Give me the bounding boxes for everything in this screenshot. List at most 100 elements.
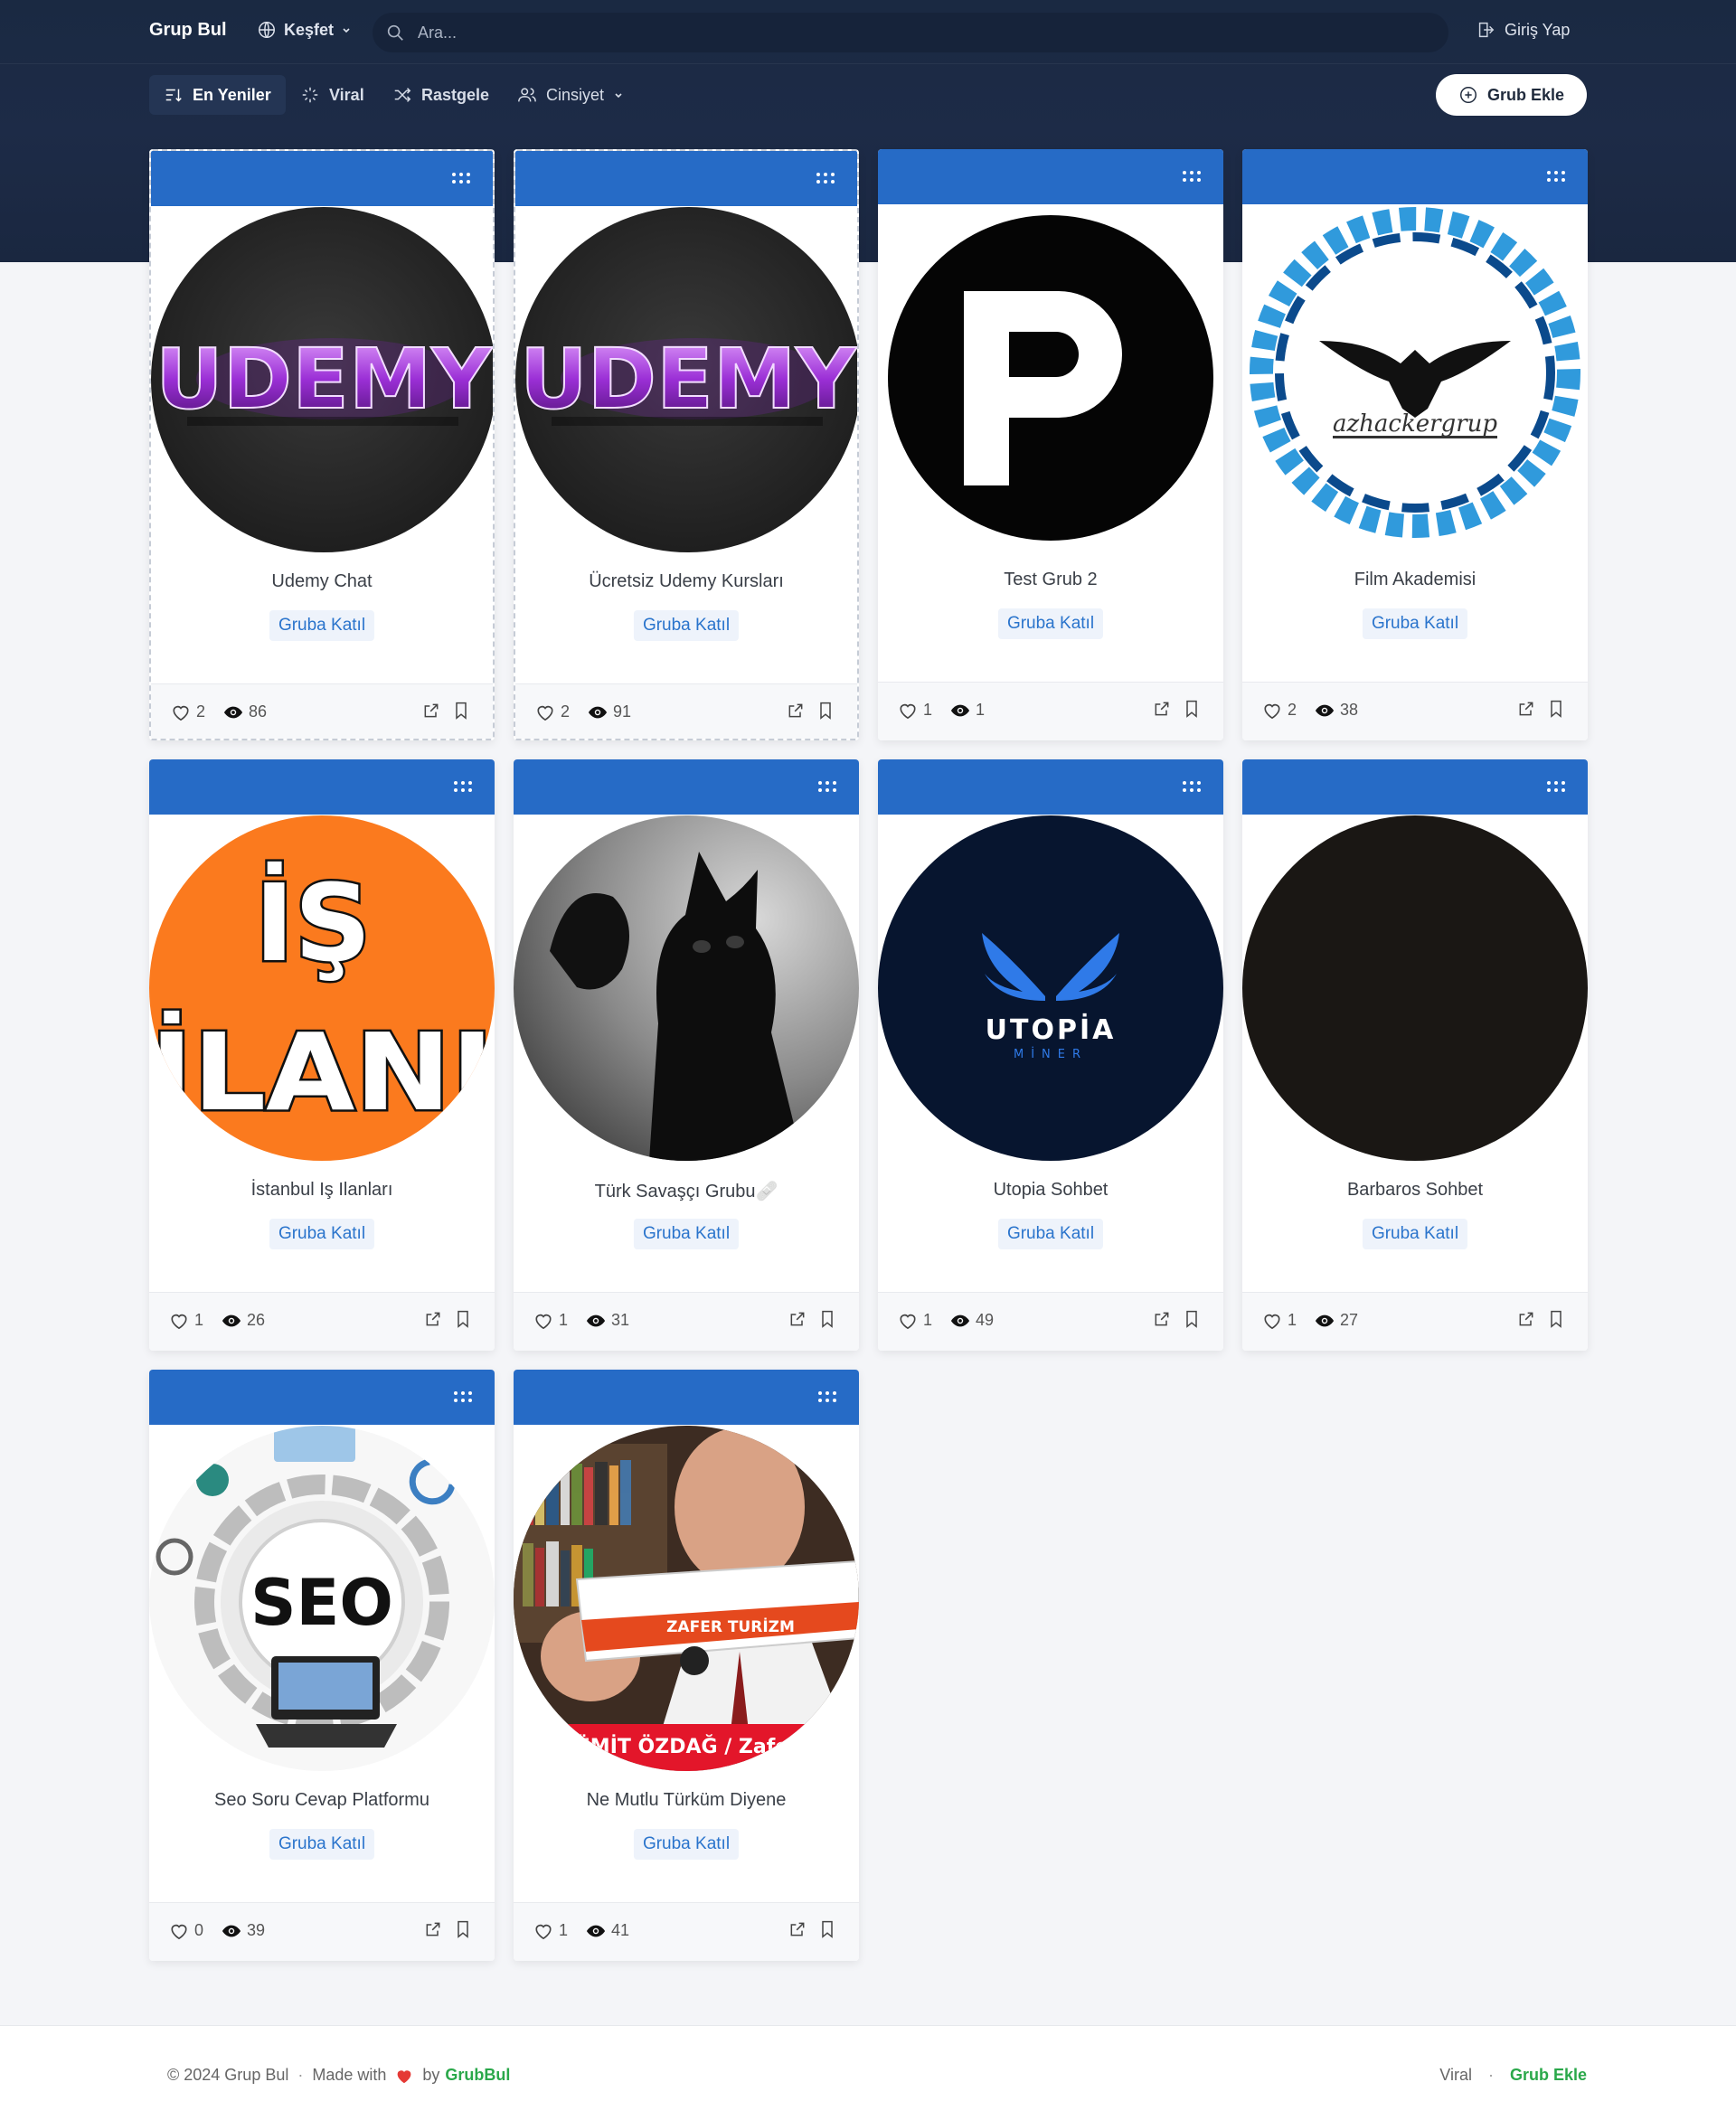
tab-gender[interactable]: Cinsiyet <box>503 75 638 115</box>
like-button[interactable]: 1 <box>533 1921 568 1940</box>
group-title[interactable]: Test Grub 2 <box>878 570 1223 590</box>
group-avatar[interactable] <box>514 815 859 1161</box>
drag-handle-icon[interactable] <box>1546 779 1566 794</box>
join-group-button[interactable]: Gruba Katıl <box>997 1219 1104 1249</box>
drag-handle-icon[interactable] <box>1182 779 1202 794</box>
external-link-icon[interactable] <box>788 1310 807 1333</box>
card-header[interactable] <box>151 151 493 206</box>
bookmark-icon[interactable] <box>1548 700 1564 722</box>
login-button[interactable]: Giriş Yap <box>1476 20 1570 40</box>
group-title[interactable]: Barbaros Sohbet <box>1242 1180 1588 1201</box>
group-title[interactable]: Seo Soru Cevap Platformu <box>149 1790 495 1811</box>
bookmark-icon[interactable] <box>1548 1310 1564 1333</box>
bookmark-icon[interactable] <box>455 1310 471 1333</box>
group-avatar[interactable]: UTOPİA MİNER <box>878 815 1223 1161</box>
like-button[interactable]: 1 <box>898 701 932 720</box>
group-title[interactable]: Ne Mutlu Türküm Diyene <box>514 1790 859 1811</box>
bookmark-icon[interactable] <box>819 1310 835 1333</box>
tab-newest[interactable]: En Yeniler <box>149 75 286 115</box>
drag-handle-icon[interactable] <box>1182 169 1202 184</box>
group-card[interactable]: Test Grub 2 Gruba Katıl 1 1 <box>878 149 1223 740</box>
external-link-icon[interactable] <box>422 702 440 724</box>
group-avatar[interactable] <box>878 205 1223 551</box>
like-button[interactable]: 2 <box>535 702 570 721</box>
group-avatar[interactable] <box>1242 815 1588 1161</box>
join-group-button[interactable]: Gruba Katıl <box>1362 608 1468 639</box>
like-button[interactable]: 1 <box>169 1311 203 1330</box>
group-card[interactable]: Barbaros Sohbet Gruba Katıl 1 27 <box>1242 759 1588 1351</box>
group-card[interactable]: SEO Seo Soru Cevap Platformu Gruba Katıl… <box>149 1370 495 1961</box>
external-link-icon[interactable] <box>1517 1310 1535 1333</box>
group-card[interactable]: UTOPİA MİNER Utopia Sohbet Gruba Katıl 1… <box>878 759 1223 1351</box>
drag-handle-icon[interactable] <box>453 779 473 794</box>
group-title[interactable]: Utopia Sohbet <box>878 1180 1223 1201</box>
group-title[interactable]: Film Akademisi <box>1242 570 1588 590</box>
group-avatar[interactable]: SEO <box>149 1426 495 1771</box>
join-group-button[interactable]: Gruba Katıl <box>269 1219 375 1249</box>
brand-logo[interactable]: Grup Bul <box>149 20 227 41</box>
card-header[interactable] <box>514 759 859 815</box>
bookmark-icon[interactable] <box>819 1920 835 1943</box>
join-group-button[interactable]: Gruba Katıl <box>633 610 740 641</box>
join-group-button[interactable]: Gruba Katıl <box>1362 1219 1468 1249</box>
join-group-button[interactable]: Gruba Katıl <box>633 1829 740 1860</box>
group-title[interactable]: İstanbul Iş Ilanları <box>149 1180 495 1201</box>
group-avatar[interactable]: UDEMY <box>515 207 857 552</box>
like-button[interactable]: 2 <box>171 702 205 721</box>
external-link-icon[interactable] <box>1517 700 1535 722</box>
card-header[interactable] <box>149 759 495 815</box>
drag-handle-icon[interactable] <box>1546 169 1566 184</box>
tab-viral[interactable]: Viral <box>286 75 379 115</box>
card-header[interactable] <box>878 149 1223 204</box>
footer-add-link[interactable]: Grub Ekle <box>1510 2066 1587 2085</box>
join-group-button[interactable]: Gruba Katıl <box>633 1219 740 1249</box>
group-card[interactable]: İŞ İLANI İstanbul Iş Ilanları Gruba Katı… <box>149 759 495 1351</box>
card-header[interactable] <box>515 151 857 206</box>
group-avatar[interactable]: azhackergrup <box>1242 205 1588 551</box>
group-card[interactable]: Türk Savaşçı Grubu🩹 Gruba Katıl 1 31 <box>514 759 859 1351</box>
group-title[interactable]: Ücretsiz Udemy Kursları <box>515 571 857 592</box>
like-button[interactable]: 1 <box>533 1311 568 1330</box>
group-avatar[interactable]: İŞ İLANI <box>149 815 495 1161</box>
like-button[interactable]: 1 <box>1262 1311 1297 1330</box>
card-header[interactable] <box>514 1370 859 1425</box>
drag-handle-icon[interactable] <box>453 1390 473 1404</box>
join-group-button[interactable]: Gruba Katıl <box>269 1829 375 1860</box>
bookmark-icon[interactable] <box>1184 1310 1200 1333</box>
card-header[interactable] <box>1242 759 1588 815</box>
bookmark-icon[interactable] <box>817 702 834 724</box>
external-link-icon[interactable] <box>1153 1310 1171 1333</box>
join-group-button[interactable]: Gruba Katıl <box>997 608 1104 639</box>
external-link-icon[interactable] <box>788 1920 807 1943</box>
like-button[interactable]: 0 <box>169 1921 203 1940</box>
group-card[interactable]: ZAFER TURİZM ÜMİT ÖZDAĞ / Zafer Ne Mutlu… <box>514 1370 859 1961</box>
group-title[interactable]: Udemy Chat <box>151 571 493 592</box>
group-card[interactable]: azhackergrup Film Akademisi Gruba Katıl … <box>1242 149 1588 740</box>
footer-brand-link[interactable]: GrubBul <box>445 2066 510 2085</box>
drag-handle-icon[interactable] <box>451 171 471 185</box>
search-input[interactable] <box>418 23 1231 42</box>
group-card[interactable]: UDEMY Ücretsiz Udemy Kursları Gruba Katı… <box>514 149 859 740</box>
bookmark-icon[interactable] <box>455 1920 471 1943</box>
bookmark-icon[interactable] <box>1184 700 1200 722</box>
external-link-icon[interactable] <box>1153 700 1171 722</box>
tab-random[interactable]: Rastgele <box>378 75 504 115</box>
group-card[interactable]: UDEMY Udemy Chat Gruba Katıl 2 86 <box>149 149 495 740</box>
card-header[interactable] <box>1242 149 1588 204</box>
external-link-icon[interactable] <box>424 1310 442 1333</box>
external-link-icon[interactable] <box>424 1920 442 1943</box>
drag-handle-icon[interactable] <box>817 1390 837 1404</box>
external-link-icon[interactable] <box>787 702 805 724</box>
group-title[interactable]: Türk Savaşçı Grubu🩹 <box>514 1180 859 1202</box>
card-header[interactable] <box>878 759 1223 815</box>
join-group-button[interactable]: Gruba Katıl <box>269 610 375 641</box>
bookmark-icon[interactable] <box>453 702 469 724</box>
group-avatar[interactable]: ZAFER TURİZM ÜMİT ÖZDAĞ / Zafer <box>514 1426 859 1771</box>
drag-handle-icon[interactable] <box>816 171 835 185</box>
drag-handle-icon[interactable] <box>817 779 837 794</box>
like-button[interactable]: 2 <box>1262 701 1297 720</box>
group-avatar[interactable]: UDEMY <box>151 207 493 552</box>
explore-menu[interactable]: Keşfet <box>257 20 352 40</box>
footer-viral-link[interactable]: Viral <box>1439 2066 1472 2085</box>
add-group-button[interactable]: Grub Ekle <box>1436 74 1587 116</box>
